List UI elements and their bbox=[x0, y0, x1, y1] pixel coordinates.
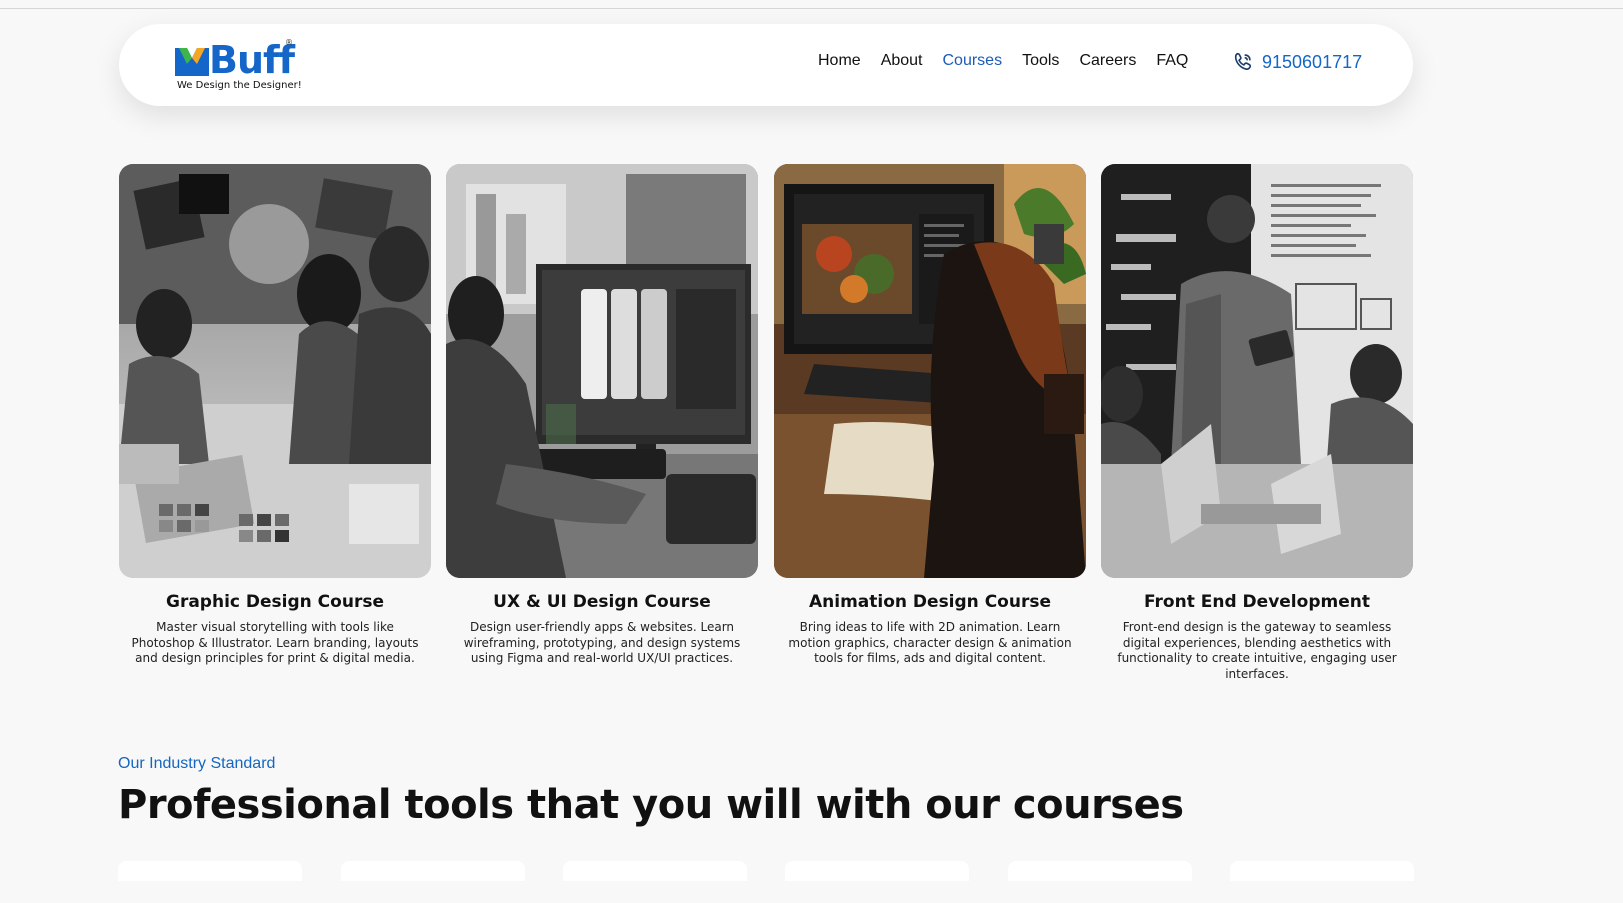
course-image-front-end bbox=[1101, 164, 1413, 578]
tools-eyebrow: Our Industry Standard bbox=[118, 755, 276, 772]
course-card-animation[interactable]: Animation Design Course Bring ideas to l… bbox=[774, 164, 1086, 667]
nav-tools[interactable]: Tools bbox=[1022, 52, 1059, 70]
course-description: Master visual storytelling with tools li… bbox=[131, 620, 419, 665]
course-description: Design user-friendly apps & websites. Le… bbox=[463, 620, 741, 665]
phone-icon bbox=[1234, 52, 1252, 70]
courses-grid: Graphic Design Course Master visual stor… bbox=[119, 164, 1413, 681]
logo-mark-icon bbox=[175, 48, 209, 76]
logo-wordmark: Buff bbox=[209, 38, 295, 82]
nav-faq[interactable]: FAQ bbox=[1156, 52, 1188, 70]
logo[interactable]: Buff ® We Design the Designer! bbox=[175, 38, 305, 94]
tools-grid bbox=[118, 861, 1414, 881]
tool-tile[interactable] bbox=[1008, 861, 1192, 881]
course-description: Front-end design is the gateway to seaml… bbox=[1117, 620, 1397, 681]
navbar: Buff ® We Design the Designer! Home Abou… bbox=[119, 24, 1413, 106]
tools-heading: Professional tools that you will with ou… bbox=[118, 782, 1184, 828]
nav-about[interactable]: About bbox=[881, 52, 923, 70]
course-description: Bring ideas to life with 2D animation. L… bbox=[788, 620, 1072, 665]
main-nav: Home About Courses Tools Careers FAQ bbox=[818, 52, 1188, 70]
course-title: Front End Development bbox=[1144, 592, 1370, 612]
course-card-front-end[interactable]: Front End Development Front-end design i… bbox=[1101, 164, 1413, 682]
nav-home[interactable]: Home bbox=[818, 52, 861, 70]
tool-tile[interactable] bbox=[1230, 861, 1414, 881]
tool-tile[interactable] bbox=[563, 861, 747, 881]
course-title: UX & UI Design Course bbox=[493, 592, 711, 612]
course-card-ux-ui[interactable]: UX & UI Design Course Design user-friend… bbox=[446, 164, 758, 667]
phone-link[interactable]: 9150601717 bbox=[1232, 51, 1362, 73]
course-image-animation bbox=[774, 164, 1086, 578]
course-image-graphic-design bbox=[119, 164, 431, 578]
registered-mark: ® bbox=[285, 38, 293, 47]
tool-tile[interactable] bbox=[118, 861, 302, 881]
tool-tile[interactable] bbox=[341, 861, 525, 881]
course-title: Graphic Design Course bbox=[166, 592, 384, 612]
nav-careers[interactable]: Careers bbox=[1079, 52, 1136, 70]
phone-number: 9150601717 bbox=[1262, 51, 1363, 72]
logo-tagline: We Design the Designer! bbox=[177, 80, 302, 91]
course-title: Animation Design Course bbox=[809, 592, 1051, 612]
tool-tile[interactable] bbox=[785, 861, 969, 881]
nav-courses[interactable]: Courses bbox=[943, 52, 1003, 70]
course-image-ux-ui bbox=[446, 164, 758, 578]
top-divider bbox=[0, 8, 1623, 9]
course-card-graphic-design[interactable]: Graphic Design Course Master visual stor… bbox=[119, 164, 431, 667]
